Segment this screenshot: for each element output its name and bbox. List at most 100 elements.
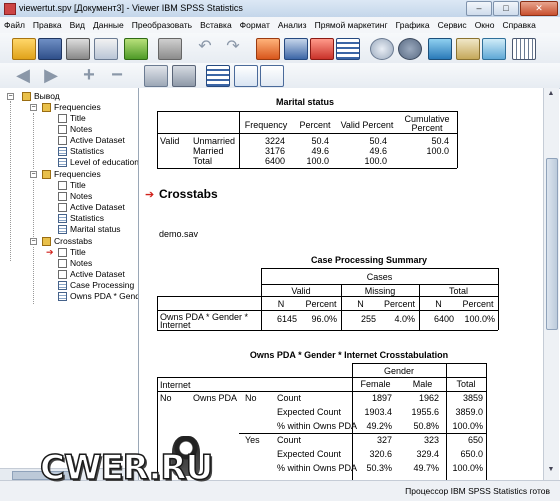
sub-header: N [277,299,285,309]
crosstabs-collapse-toggle[interactable]: − [30,238,37,245]
menu-format[interactable]: Формат [236,20,274,30]
content-vertical-scrollbar[interactable]: ▲ ▼ [543,88,559,480]
hide-icon[interactable] [172,65,196,87]
redo-icon[interactable]: ↷ [222,38,244,58]
col-header-percent: Percent [299,120,331,130]
outline-item[interactable]: Active Dataset [58,135,125,146]
outline-item[interactable]: Notes [58,191,92,202]
insert-text-icon[interactable] [260,65,284,87]
goto-data-icon[interactable] [256,38,280,60]
menu-graphs[interactable]: Графика [392,20,434,30]
menu-edit[interactable]: Правка [29,20,66,30]
outline-item[interactable]: Active Dataset [58,202,125,213]
group-header-total: Total [448,286,468,296]
menu-view[interactable]: Вид [66,20,89,30]
value-labels-icon[interactable] [398,38,422,60]
case-processing-title: Case Processing Summary [310,255,428,265]
use-sets-icon[interactable] [428,38,452,60]
collapse-icon[interactable]: − [106,65,128,85]
spelling-icon[interactable] [482,38,506,60]
select-cases-icon[interactable] [370,38,394,60]
outline-item[interactable]: Active Dataset [58,269,125,280]
promote-icon[interactable]: ◀ [12,65,34,85]
cell: 1955.6 [411,407,439,417]
menu-direct-marketing[interactable]: Прямой маркетинг [311,20,392,30]
cell: 100.0 [306,156,329,166]
expand-icon[interactable]: + [78,65,100,85]
outline-item[interactable]: Frequencies [42,102,101,113]
cell: 50.4 [431,136,449,146]
cell: 50.8% [413,421,439,431]
table-icon [58,292,67,302]
scroll-up-icon[interactable]: ▲ [546,90,556,100]
print-preview-icon[interactable] [94,38,118,60]
frequencies-2-collapse-toggle[interactable]: − [30,171,37,178]
show-all-variables-icon[interactable] [456,38,480,60]
menu-bar: Файл Правка Вид Данные Преобразовать Вст… [0,17,560,34]
stat-label: Count [277,393,302,403]
title-bar: viewertut.spv [Документ3] - Viewer IBM S… [0,0,560,18]
menu-file[interactable]: Файл [0,20,29,30]
scroll-down-icon[interactable]: ▼ [546,466,556,476]
menu-transform[interactable]: Преобразовать [128,20,196,30]
variables-icon[interactable] [336,38,360,60]
export-icon[interactable] [124,38,148,60]
cell: 100.0% [452,463,483,473]
menu-data[interactable]: Данные [89,20,128,30]
outline-item[interactable]: Owns PDA * Gend [58,291,138,302]
outline-item[interactable]: Title [58,113,86,124]
open-folder-icon[interactable] [12,38,36,60]
insert-title-icon[interactable] [234,65,258,87]
stat-label: % within Owns PDA [277,463,358,473]
outline-item[interactable]: Crosstabs [42,236,92,247]
outline-root[interactable]: Вывод [22,91,60,102]
cell: 1962 [418,393,439,403]
insert-heading-icon[interactable] [206,65,230,87]
outline-item[interactable]: Title [58,180,86,191]
outline-item[interactable]: Title [58,247,86,258]
menu-window[interactable]: Окно [471,20,499,30]
maximize-button[interactable]: □ [493,1,519,16]
save-icon[interactable] [38,38,62,60]
outline-item[interactable]: Statistics [58,213,104,224]
outline-item[interactable]: Notes [58,124,92,135]
menu-insert[interactable]: Вставка [196,20,236,30]
menu-help[interactable]: Справка [498,20,539,30]
outline-root-label: Вывод [34,91,60,101]
goto-case-icon[interactable] [284,38,308,60]
page-icon [58,259,67,269]
outline-item[interactable]: Level of education [58,157,138,168]
row-label: Internet [160,320,191,330]
window-title: viewertut.spv [Документ3] - Viewer IBM S… [19,3,243,13]
cell: 49.6 [311,146,329,156]
recall-dialog-icon[interactable] [158,38,182,60]
page-icon [58,270,67,280]
goto-variable-icon[interactable] [310,38,334,60]
close-button[interactable]: ✕ [520,1,558,16]
status-text: Процессор IBM SPSS Statistics готов [405,486,550,496]
table-row-label: Total [193,156,213,166]
root-collapse-toggle[interactable]: − [7,93,14,100]
crosstabs-heading[interactable]: Crosstabs [159,187,218,201]
cell: 49.6 [369,146,387,156]
outline-item[interactable]: Frequencies [42,169,101,180]
outline-item[interactable]: Notes [58,258,92,269]
minimize-button[interactable]: – [466,1,492,16]
demote-icon[interactable]: ▶ [40,65,62,85]
outline-item[interactable]: Case Processing [58,280,134,291]
internet-header: Internet [160,380,191,390]
cell: 327 [376,435,392,445]
outline-item[interactable]: Statistics [58,146,104,157]
undo-icon[interactable]: ↶ [194,38,216,58]
menu-utilities[interactable]: Сервис [434,20,471,30]
frequencies-1-collapse-toggle[interactable]: − [30,104,37,111]
pda-value: Yes [245,435,260,445]
show-icon[interactable] [144,65,168,87]
print-icon[interactable] [66,38,90,60]
scroll-thumb[interactable] [546,158,558,330]
table-row-label: Unmarried [193,136,236,146]
menu-analyze[interactable]: Анализ [274,20,311,30]
outline-item[interactable]: Marital status [58,224,121,235]
scripting-icon[interactable] [512,38,536,60]
cell: 3859.0 [455,407,483,417]
